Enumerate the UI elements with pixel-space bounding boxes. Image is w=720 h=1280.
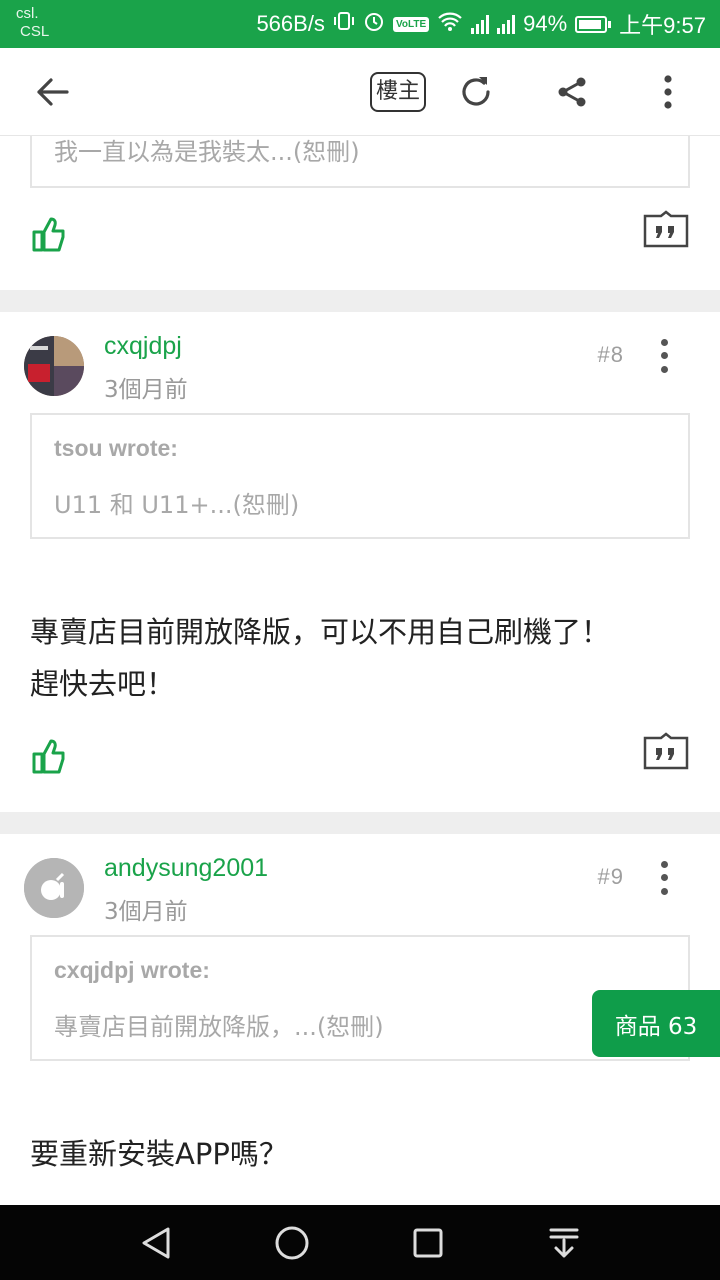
op-only-button[interactable]: 樓主 bbox=[364, 48, 432, 136]
username[interactable]: andysung2001 bbox=[104, 854, 268, 883]
circle-home-icon bbox=[275, 1226, 309, 1259]
like-icon[interactable] bbox=[30, 736, 74, 776]
carrier-label: csl. CSL bbox=[16, 5, 49, 41]
pull-down-icon bbox=[549, 1228, 579, 1257]
more-button[interactable] bbox=[644, 48, 692, 136]
floor-number: #8 bbox=[597, 342, 624, 367]
back-button[interactable] bbox=[24, 48, 80, 136]
carrier-line2: CSL bbox=[20, 23, 50, 40]
post-more-button[interactable] bbox=[652, 858, 676, 898]
post-body-line: 要重新安裝APP嗎？ bbox=[30, 1137, 288, 1171]
battery-icon bbox=[575, 15, 612, 33]
quote-author: tsou wrote: bbox=[54, 435, 178, 461]
quote-box: cxqjdpj wrote: 專賣店目前開放降版，...(恕刪) bbox=[30, 935, 690, 1061]
quote-text: 我一直以為是我裝太...(恕刪) bbox=[54, 138, 360, 166]
app-bar: 樓主 bbox=[0, 48, 720, 136]
post-divider bbox=[0, 290, 720, 312]
net-speed: 566B/s bbox=[256, 11, 325, 36]
square-recents-icon bbox=[413, 1228, 443, 1257]
arrow-left-icon bbox=[37, 78, 69, 106]
wifi-icon bbox=[437, 10, 463, 38]
nav-home-button[interactable] bbox=[252, 1205, 332, 1280]
floor-number: #9 bbox=[597, 864, 624, 889]
signal-icon-1 bbox=[471, 14, 490, 34]
system-nav-bar bbox=[0, 1205, 720, 1280]
quote-author: cxqjdpj wrote: bbox=[54, 957, 210, 983]
nav-notification-button[interactable] bbox=[524, 1205, 604, 1280]
clock: 上午9:57 bbox=[619, 13, 706, 38]
battery-percent: 94% bbox=[523, 11, 568, 36]
share-button[interactable] bbox=[544, 48, 600, 136]
quote-reply-icon[interactable] bbox=[642, 732, 690, 772]
post-body: 專賣店目前開放降版，可以不用自己刷機了！ 趕快去吧！ bbox=[30, 606, 610, 710]
post-body-line: 趕快去吧！ bbox=[30, 667, 176, 701]
goods-tab-button[interactable]: 商品 63 bbox=[592, 990, 720, 1057]
post-more-button[interactable] bbox=[652, 336, 676, 376]
post-time: 3個月前 bbox=[104, 899, 188, 925]
op-only-label: 樓主 bbox=[369, 72, 426, 112]
post-divider bbox=[0, 812, 720, 834]
post-time: 3個月前 bbox=[104, 377, 188, 403]
signal-icon-2 bbox=[497, 14, 516, 34]
nav-recents-button[interactable] bbox=[388, 1205, 468, 1280]
quote-reply-icon[interactable] bbox=[642, 210, 690, 250]
post-body: 要重新安裝APP嗎？ bbox=[30, 1128, 288, 1180]
status-bar: csl. CSL 566B/s VoLTE 94% 上午9:57 bbox=[0, 0, 720, 48]
vibrate-icon bbox=[333, 10, 355, 38]
alarm-icon bbox=[363, 10, 385, 38]
nav-back-button[interactable] bbox=[116, 1205, 196, 1280]
refresh-icon bbox=[462, 77, 490, 106]
avatar[interactable] bbox=[24, 858, 84, 918]
username[interactable]: cxqjdpj bbox=[104, 332, 182, 361]
quote-text: 專賣店目前開放降版，...(恕刪) bbox=[54, 1013, 384, 1041]
like-icon[interactable] bbox=[30, 214, 74, 254]
volte-badge: VoLTE bbox=[392, 16, 430, 32]
avatar[interactable] bbox=[24, 336, 84, 396]
triangle-back-icon bbox=[142, 1227, 170, 1258]
more-vertical-icon bbox=[664, 75, 672, 109]
post-body-line: 專賣店目前開放降版，可以不用自己刷機了！ bbox=[30, 615, 611, 649]
carrier-line1: csl. bbox=[16, 5, 39, 22]
share-icon bbox=[558, 77, 586, 107]
refresh-button[interactable] bbox=[448, 48, 504, 136]
quote-text: U11 和 U11+...(恕刪) bbox=[54, 491, 300, 519]
quote-box: 我一直以為是我裝太...(恕刪) bbox=[30, 136, 690, 188]
quote-box: tsou wrote: U11 和 U11+...(恕刪) bbox=[30, 413, 690, 539]
status-icons: 566B/s VoLTE 94% 上午9:57 bbox=[256, 10, 706, 38]
